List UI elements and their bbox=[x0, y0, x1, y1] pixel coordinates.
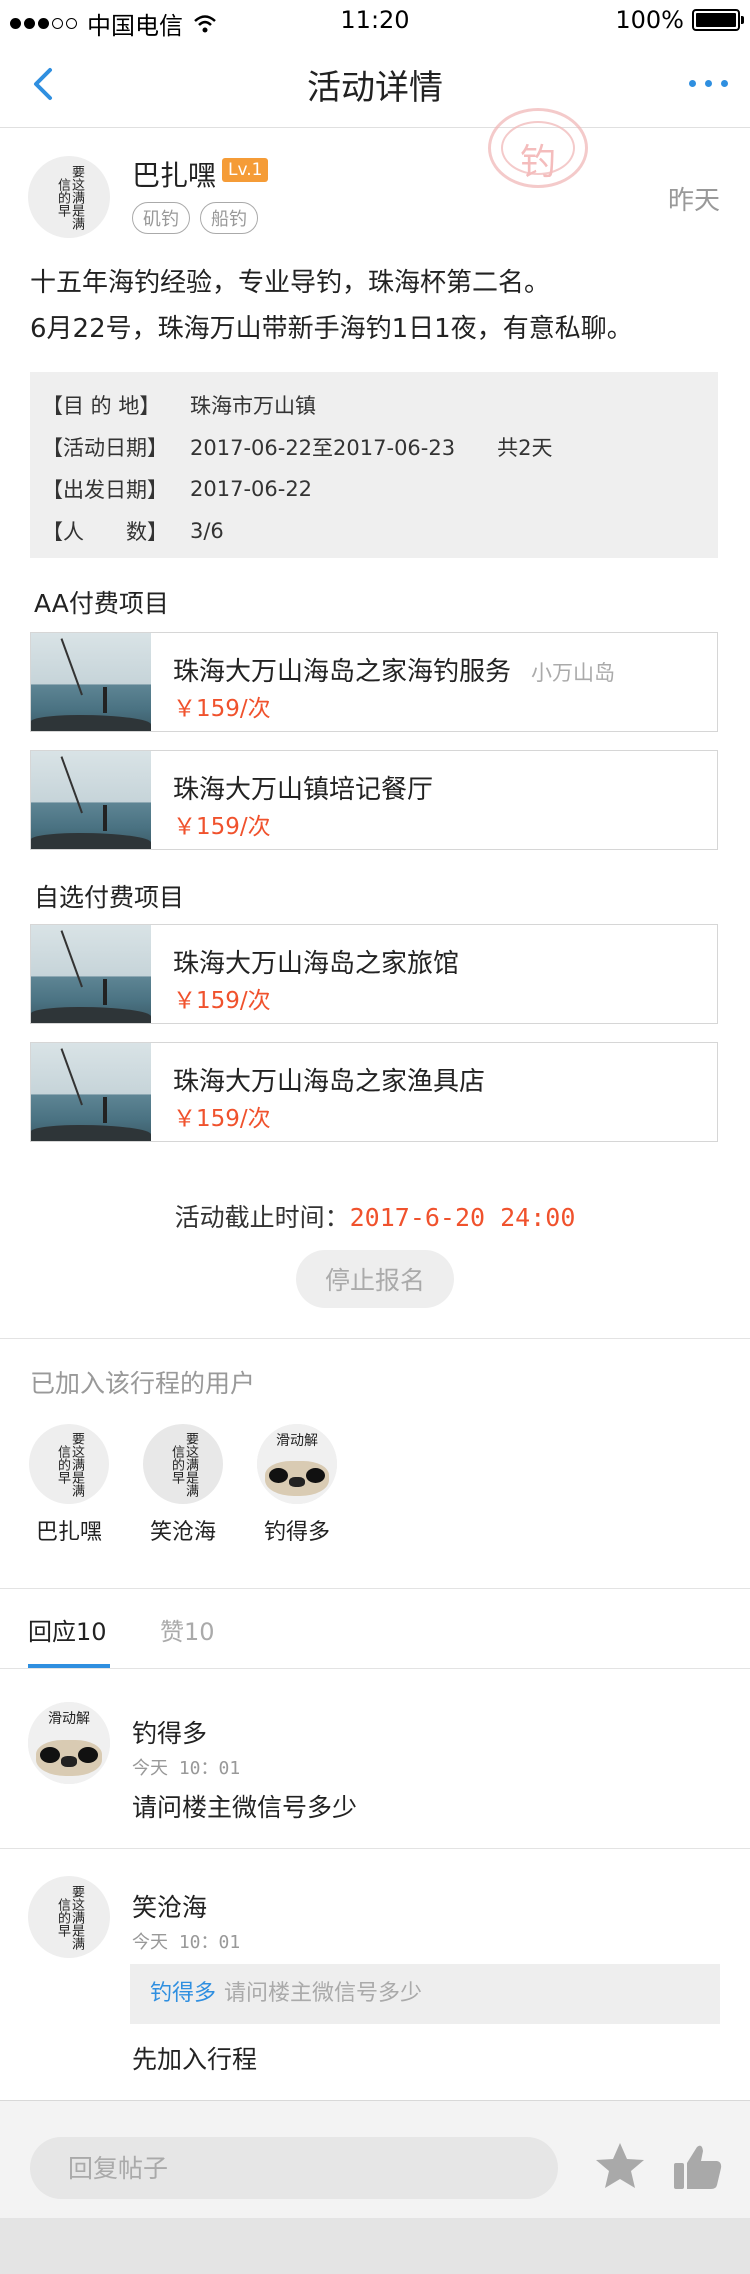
info-value: 珠海市万山镇 bbox=[190, 394, 316, 418]
avatar: 滑动解 bbox=[257, 1424, 337, 1504]
divider bbox=[0, 1338, 750, 1339]
member-name: 巴扎嘿 bbox=[35, 1520, 102, 1545]
info-label: 【人 数】 bbox=[42, 520, 168, 544]
comment-author[interactable]: 笑沧海 bbox=[132, 1888, 207, 1924]
joined-users-title: 已加入该行程的用户 bbox=[30, 1369, 256, 1398]
member-item[interactable]: 要这满是满信的早 巴扎嘿 bbox=[28, 1424, 110, 1546]
info-row-destination: 【目 的 地】 珠海市万山镇 bbox=[42, 384, 718, 426]
info-label: 【出发日期】 bbox=[42, 478, 168, 502]
home-indicator-area bbox=[0, 2218, 750, 2274]
quoted-author[interactable]: 钓得多 bbox=[150, 1981, 216, 2006]
author-tags: 矶钓 船钓 bbox=[132, 202, 258, 234]
comment-text: 先加入行程 bbox=[132, 2045, 258, 2074]
tab-likes[interactable]: 赞10 bbox=[160, 1612, 215, 1647]
aa-section-title: AA付费项目 bbox=[34, 589, 169, 618]
avatar[interactable]: 要这满是满信的早 bbox=[28, 1876, 110, 1958]
comment-time: 今天 10：01 bbox=[132, 1932, 241, 1953]
service-card[interactable]: 珠海大万山海岛之家渔具店 ￥159/次 bbox=[30, 1042, 718, 1142]
optional-section-title: 自选付费项目 bbox=[34, 883, 185, 912]
page-title: 活动详情 bbox=[307, 68, 443, 108]
level-badge: Lv.1 bbox=[222, 158, 269, 182]
stop-signup-button[interactable]: 停止报名 bbox=[296, 1250, 454, 1308]
service-price: ￥159/次 bbox=[173, 814, 271, 840]
comment-tabs: 回应10 赞10 bbox=[0, 1588, 750, 1670]
tag-boat-fishing: 船钓 bbox=[200, 202, 258, 234]
service-name: 珠海大万山海岛之家海钓服务 小万山岛 bbox=[173, 657, 616, 687]
info-value: 2017-06-22至2017-06-23 共2天 bbox=[190, 436, 553, 460]
status-right: 100% bbox=[615, 6, 744, 34]
member-name: 钓得多 bbox=[263, 1520, 330, 1545]
deadline: 活动截止时间：2017-6-20 24:00 bbox=[0, 1198, 750, 1234]
more-dots-icon[interactable] bbox=[689, 80, 728, 87]
avatar: 要这满是满信的早 bbox=[143, 1424, 223, 1504]
info-value: 2017-06-22 bbox=[190, 477, 313, 501]
desc-line: 十五年海钓经验，专业导钓，珠海杯第二名。 bbox=[30, 268, 551, 298]
service-thumbnail bbox=[31, 633, 151, 731]
info-label: 【活动日期】 bbox=[42, 436, 168, 460]
deadline-value: 2017-6-20 24:00 bbox=[349, 1203, 576, 1232]
service-name: 珠海大万山海岛之家旅馆 bbox=[173, 949, 460, 979]
info-value: 3/6 bbox=[190, 519, 224, 543]
service-card[interactable]: 珠海大万山海岛之家海钓服务 小万山岛 ￥159/次 bbox=[30, 632, 718, 732]
trip-info-box: 【目 的 地】 珠海市万山镇 【活动日期】 2017-06-22至2017-06… bbox=[30, 372, 718, 558]
service-thumbnail bbox=[31, 1043, 151, 1141]
star-icon[interactable] bbox=[592, 2139, 648, 2195]
info-row-people: 【人 数】 3/6 bbox=[42, 510, 718, 552]
avatar-calligraphy: 要这满是满信的早 bbox=[55, 164, 84, 230]
service-thumbnail bbox=[31, 751, 151, 849]
post-header: 要这满是满信的早 巴扎嘿 Lv.1 矶钓 船钓 昨天 bbox=[0, 128, 750, 248]
bottom-bar bbox=[0, 2100, 750, 2274]
comment-text: 请问楼主微信号多少 bbox=[132, 1793, 358, 1822]
seal-stamp-icon: 钓 bbox=[488, 108, 588, 188]
post-time: 昨天 bbox=[667, 186, 720, 216]
member-item[interactable]: 要这满是满信的早 笑沧海 bbox=[142, 1424, 224, 1546]
info-row-departure: 【出发日期】 2017-06-22 bbox=[42, 468, 718, 510]
divider bbox=[0, 1668, 750, 1669]
service-price: ￥159/次 bbox=[173, 1106, 271, 1132]
reply-input[interactable] bbox=[30, 2137, 558, 2199]
tab-replies[interactable]: 回应10 bbox=[28, 1612, 107, 1647]
info-label: 【目 的 地】 bbox=[42, 394, 161, 418]
battery-percent: 100% bbox=[615, 6, 684, 34]
member-item[interactable]: 滑动解 钓得多 bbox=[256, 1424, 338, 1546]
service-card[interactable]: 珠海大万山海岛之家旅馆 ￥159/次 bbox=[30, 924, 718, 1024]
comment-author[interactable]: 钓得多 bbox=[132, 1714, 207, 1750]
avatar[interactable]: 滑动解 bbox=[28, 1702, 110, 1784]
thumbs-up-icon[interactable] bbox=[670, 2139, 726, 2195]
quoted-text: 请问楼主微信号多少 bbox=[224, 1981, 423, 2006]
comment-item: 滑动解 钓得多 今天 10：01 请问楼主微信号多少 bbox=[0, 1702, 750, 1822]
service-card[interactable]: 珠海大万山镇培记餐厅 ￥159/次 bbox=[30, 750, 718, 850]
service-price: ￥159/次 bbox=[173, 988, 271, 1014]
comment-item: 要这满是满信的早 笑沧海 今天 10：01 钓得多 请问楼主微信号多少 先加入行程 bbox=[0, 1876, 750, 2076]
deadline-label: 活动截止时间： bbox=[174, 1203, 350, 1232]
author-name[interactable]: 巴扎嘿 bbox=[132, 154, 216, 194]
member-name: 笑沧海 bbox=[149, 1520, 216, 1545]
service-price: ￥159/次 bbox=[173, 696, 271, 722]
battery-icon bbox=[692, 9, 744, 31]
comment-time: 今天 10：01 bbox=[132, 1758, 241, 1779]
divider bbox=[0, 1848, 750, 1849]
service-name: 珠海大万山镇培记餐厅 bbox=[173, 775, 434, 805]
tag-rock-fishing: 矶钓 bbox=[132, 202, 190, 234]
desc-line: 6月22号，珠海万山带新手海钓1日1夜，有意私聊。 bbox=[30, 314, 633, 344]
avatar: 要这满是满信的早 bbox=[29, 1424, 109, 1504]
quoted-comment: 钓得多 请问楼主微信号多少 bbox=[130, 1964, 720, 2024]
post-description: 十五年海钓经验，专业导钓，珠海杯第二名。 6月22号，珠海万山带新手海钓1日1夜… bbox=[30, 260, 730, 352]
service-thumbnail bbox=[31, 925, 151, 1023]
service-name: 珠海大万山海岛之家渔具店 bbox=[173, 1067, 486, 1097]
status-bar: 中国电信 11:20 100% bbox=[0, 0, 750, 40]
author-avatar[interactable]: 要这满是满信的早 bbox=[28, 156, 110, 238]
nav-bar: 活动详情 bbox=[0, 40, 750, 128]
service-location: 小万山岛 bbox=[531, 661, 616, 685]
info-row-dates: 【活动日期】 2017-06-22至2017-06-23 共2天 bbox=[42, 426, 718, 468]
